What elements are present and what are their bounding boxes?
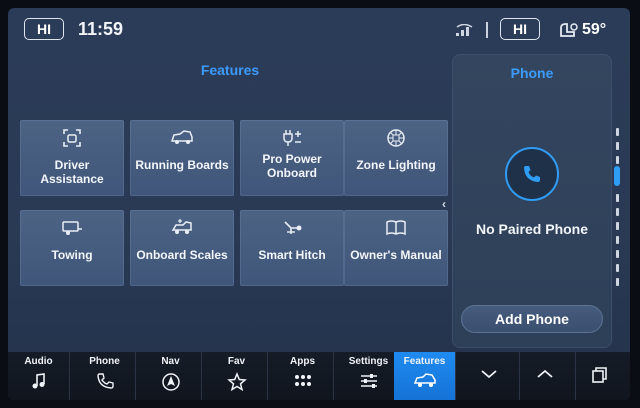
navigation-icon [161, 373, 180, 391]
features-title: Features [200, 62, 260, 78]
chevron-up-icon [536, 369, 553, 378]
scales-icon [171, 219, 192, 234]
tile-pro-power-onboard[interactable]: Pro Power Onboard [240, 120, 344, 196]
hi-left-button[interactable]: HI [24, 18, 64, 40]
tile-zone-lighting[interactable]: Zone Lighting [344, 120, 448, 196]
tile-running-boards[interactable]: Running Boards [130, 120, 234, 196]
driver-assist-icon [63, 129, 81, 147]
scroll-thumb[interactable] [614, 166, 620, 186]
nav-chevron-up[interactable] [514, 352, 576, 400]
nav-settings[interactable]: Settings [338, 352, 400, 400]
nav-features[interactable]: Features [394, 352, 456, 400]
nav-multi-window[interactable] [570, 352, 630, 400]
hitch-icon [284, 221, 302, 234]
book-icon [386, 220, 406, 236]
chevron-left-icon[interactable]: ‹ [442, 197, 446, 211]
apps-grid-icon [294, 375, 311, 386]
tile-label: Driver Assistance [40, 158, 104, 186]
truck-icon [413, 373, 436, 387]
chevron-down-icon [480, 370, 497, 379]
bottom-nav: Audio Phone Nav Fav Apps Settings Featur… [8, 352, 630, 400]
star-icon [226, 372, 247, 392]
add-phone-button[interactable]: Add Phone [461, 305, 603, 333]
nav-phone[interactable]: Phone [74, 352, 136, 400]
hi-right-button[interactable]: HI [500, 18, 540, 40]
nav-label: Nav [161, 356, 180, 367]
clock: 11:59 [78, 19, 124, 39]
scroll-indicator[interactable] [614, 128, 620, 298]
tile-onboard-scales[interactable]: Onboard Scales [130, 210, 234, 286]
fan-seat-icon [560, 23, 578, 37]
status-bar: HI 11:59 HI 59° [8, 8, 630, 52]
nav-label: Fav [227, 356, 246, 367]
tile-driver-assistance[interactable]: Driver Assistance [20, 120, 124, 196]
nav-label: Phone [89, 356, 120, 367]
nav-label: Settings [348, 356, 389, 367]
phone-title: Phone [510, 65, 554, 81]
nav-audio[interactable]: Audio [8, 352, 70, 400]
music-note-icon [32, 373, 45, 389]
running-boards-icon [170, 130, 193, 144]
nav-apps[interactable]: Apps [272, 352, 334, 400]
tile-owners-manual[interactable]: Owner's Manual [344, 210, 448, 286]
tile-label: Running Boards [135, 158, 229, 172]
sliders-icon [360, 374, 377, 388]
infotainment-screen: HI 11:59 HI 59° Features Driver Assistan… [8, 8, 630, 400]
tile-label: Smart Hitch [258, 248, 326, 262]
phone-icon-circle[interactable] [505, 147, 559, 201]
status-divider [486, 22, 488, 38]
tile-label: Owner's Manual [350, 248, 442, 262]
nav-chevron-down[interactable] [458, 352, 520, 400]
trailer-icon [62, 221, 82, 235]
wifi-signal-icon [456, 24, 473, 36]
nav-fav[interactable]: Fav [206, 352, 268, 400]
tile-label: Pro Power Onboard [262, 152, 322, 180]
nav-nav[interactable]: Nav [140, 352, 202, 400]
zone-lighting-icon [387, 129, 405, 147]
nav-label: Audio [24, 356, 53, 367]
phone-panel: Phone No Paired Phone Add Phone [452, 54, 612, 348]
temperature: 59° [582, 21, 607, 38]
no-paired-phone-text: No Paired Phone [475, 221, 589, 237]
tile-towing[interactable]: Towing [20, 210, 124, 286]
multi-window-icon [592, 367, 607, 383]
phone-icon [96, 373, 114, 389]
power-plug-icon [283, 130, 301, 146]
nav-label: Apps [290, 356, 315, 367]
phone-icon [524, 166, 540, 182]
nav-label: Features [403, 356, 446, 367]
tile-smart-hitch[interactable]: Smart Hitch [240, 210, 344, 286]
tile-label: Zone Lighting [356, 158, 436, 172]
tile-label: Onboard Scales [136, 248, 228, 262]
tile-label: Towing [51, 248, 93, 262]
